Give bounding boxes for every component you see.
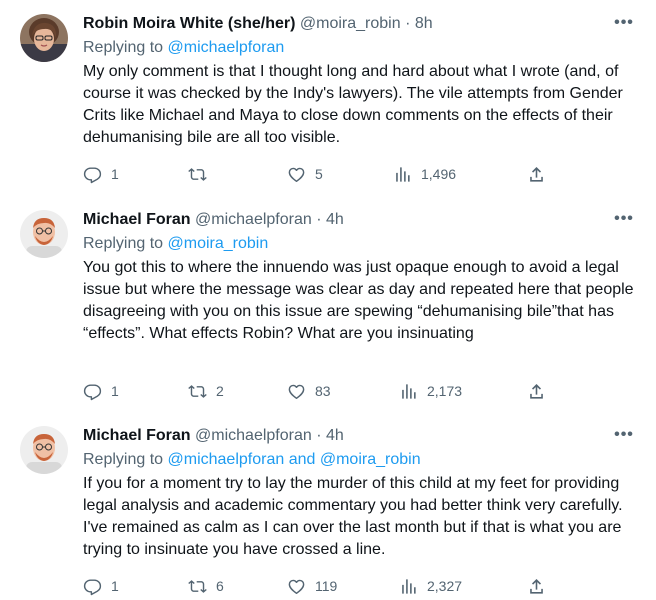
share-button[interactable] <box>527 381 546 401</box>
mention-link[interactable]: @michaelpforan <box>168 39 285 56</box>
reply-icon <box>83 166 102 183</box>
separator: · <box>316 427 322 444</box>
timestamp[interactable]: 4h <box>326 427 344 444</box>
replying-to: Replying to @michaelpforan <box>83 38 284 58</box>
avatar[interactable] <box>20 426 68 474</box>
replying-prefix: Replying to <box>83 39 164 56</box>
like-count: 5 <box>315 166 323 182</box>
heart-icon <box>288 167 305 182</box>
tweet[interactable]: Michael Foran @michaelpforan · 4h ••• Re… <box>0 196 656 412</box>
tweet-header: Robin Moira White (she/her) @moira_robin… <box>83 14 433 34</box>
separator: · <box>405 15 411 32</box>
like-button[interactable]: 119 <box>287 576 337 596</box>
handle[interactable]: @michaelpforan <box>195 427 312 444</box>
views-button[interactable]: 1,496 <box>393 164 456 184</box>
replying-prefix: Replying to <box>83 235 164 252</box>
timestamp[interactable]: 8h <box>415 15 433 32</box>
timestamp[interactable]: 4h <box>326 211 344 228</box>
handle[interactable]: @moira_robin <box>300 15 401 32</box>
mention-conjunction: and <box>288 451 316 468</box>
heart-icon <box>288 579 305 594</box>
mention-link[interactable]: @michaelpforan <box>168 451 285 468</box>
share-icon <box>530 578 543 594</box>
replying-to: Replying to @moira_robin <box>83 234 268 254</box>
reply-button[interactable]: 1 <box>83 164 119 184</box>
mention-link[interactable]: @moira_robin <box>168 235 269 252</box>
replying-to: Replying to @michaelpforan and @moira_ro… <box>83 450 421 470</box>
action-bar: 1 6 119 2,327 <box>83 576 563 596</box>
tweet-text: My only comment is that I thought long a… <box>83 63 623 146</box>
share-button[interactable] <box>527 576 546 596</box>
more-icon[interactable]: ••• <box>610 211 638 232</box>
reply-button[interactable]: 1 <box>83 381 119 401</box>
tweet-header: Michael Foran @michaelpforan · 4h <box>83 210 344 230</box>
separator: · <box>316 211 322 228</box>
more-icon[interactable]: ••• <box>610 427 638 448</box>
tweet-text: You got this to where the innuendo was j… <box>83 259 634 342</box>
heart-icon <box>288 384 305 399</box>
views-chart-icon <box>396 166 410 182</box>
views-count: 2,327 <box>427 578 463 594</box>
display-name[interactable]: Robin Moira White (she/her) <box>83 15 295 32</box>
mention-link[interactable]: @moira_robin <box>320 451 421 468</box>
reply-button[interactable]: 1 <box>83 576 119 596</box>
retweet-button[interactable]: 6 <box>188 576 224 596</box>
share-icon <box>530 166 543 182</box>
views-count: 2,173 <box>427 383 463 399</box>
reply-icon <box>83 578 102 595</box>
reply-count: 1 <box>111 578 119 594</box>
views-button[interactable]: 2,327 <box>399 576 462 596</box>
avatar[interactable] <box>20 210 68 258</box>
avatar[interactable] <box>20 14 68 62</box>
retweet-count: 6 <box>216 578 224 594</box>
like-button[interactable]: 5 <box>287 164 323 184</box>
reply-count: 1 <box>111 383 119 399</box>
handle[interactable]: @michaelpforan <box>195 211 312 228</box>
retweet-icon <box>188 579 207 593</box>
views-chart-icon <box>402 383 416 399</box>
tweet[interactable]: Michael Foran @michaelpforan · 4h ••• Re… <box>0 412 656 600</box>
views-button[interactable]: 2,173 <box>399 381 462 401</box>
reply-icon <box>83 383 102 400</box>
retweet-button[interactable] <box>188 164 216 184</box>
action-bar: 1 2 83 2,173 <box>83 381 563 401</box>
display-name[interactable]: Michael Foran <box>83 211 191 228</box>
retweet-icon <box>188 167 207 181</box>
views-count: 1,496 <box>421 166 457 182</box>
tweet-text: If you for a moment try to lay the murde… <box>83 475 623 558</box>
tweet-header: Michael Foran @michaelpforan · 4h <box>83 426 344 446</box>
replying-prefix: Replying to <box>83 451 164 468</box>
share-icon <box>530 383 543 399</box>
retweet-icon <box>188 384 207 398</box>
display-name[interactable]: Michael Foran <box>83 427 191 444</box>
share-button[interactable] <box>527 164 546 184</box>
action-bar: 1 5 1,496 <box>83 164 563 184</box>
like-count: 83 <box>315 383 331 399</box>
tweet[interactable]: Robin Moira White (she/her) @moira_robin… <box>0 0 656 196</box>
like-count: 119 <box>315 578 338 594</box>
retweet-count: 2 <box>216 383 224 399</box>
more-icon[interactable]: ••• <box>610 15 638 36</box>
like-button[interactable]: 83 <box>287 381 331 401</box>
reply-count: 1 <box>111 166 119 182</box>
views-chart-icon <box>402 578 416 594</box>
retweet-button[interactable]: 2 <box>188 381 224 401</box>
